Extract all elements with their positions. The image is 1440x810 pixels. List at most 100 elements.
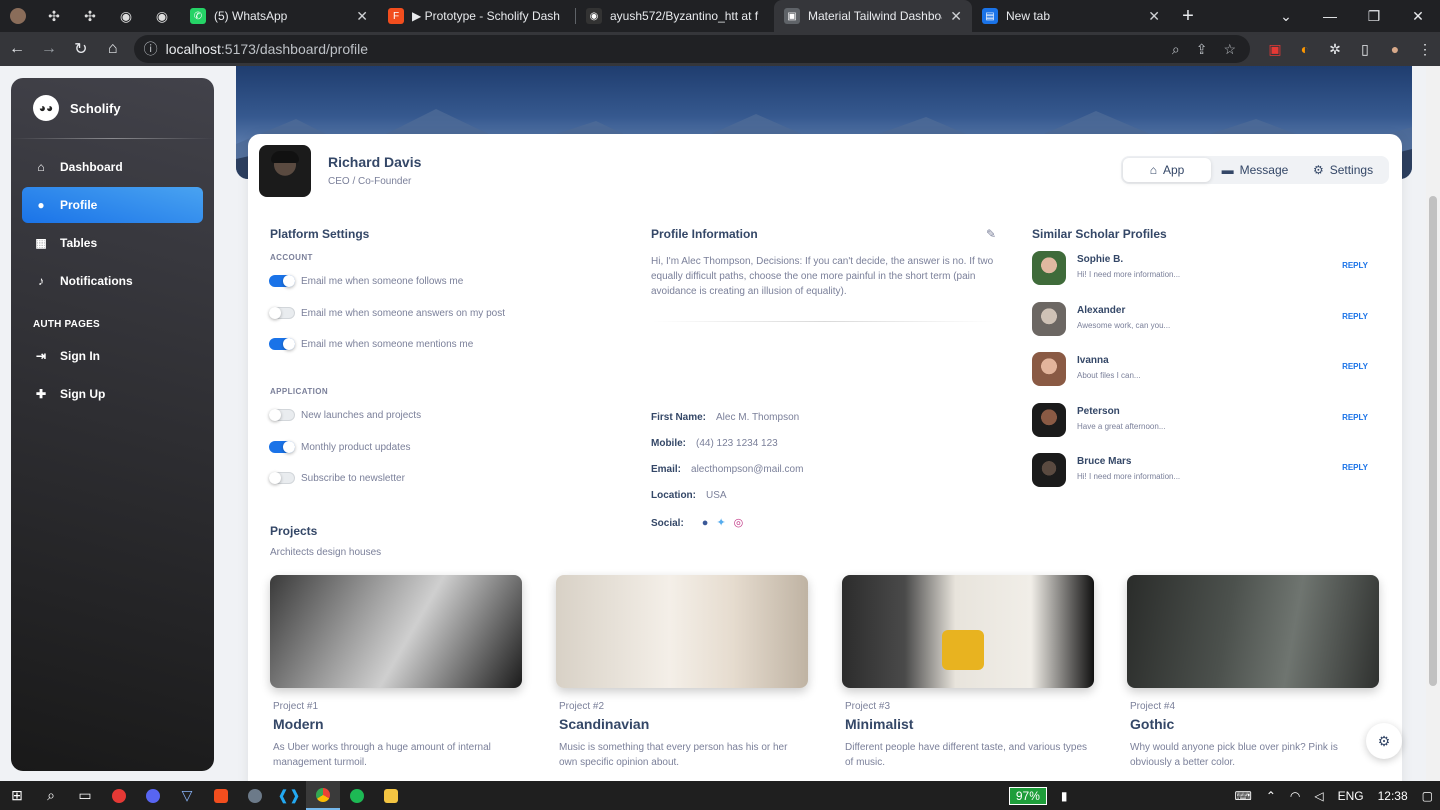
- setting-row[interactable]: Monthly product updates: [269, 441, 411, 453]
- pinned-tab-1[interactable]: [0, 0, 36, 32]
- close-tab-icon[interactable]: ✕: [356, 8, 368, 25]
- vscode-icon[interactable]: ❰❱: [272, 781, 306, 810]
- toggle-switch[interactable]: [269, 472, 295, 484]
- toggle-switch[interactable]: [269, 409, 295, 421]
- app-icon[interactable]: [238, 781, 272, 810]
- project-card[interactable]: Project #1 Modern As Uber works through …: [270, 575, 522, 770]
- task-view-icon[interactable]: ▭: [68, 781, 102, 810]
- share-icon[interactable]: ⇪: [1196, 41, 1208, 58]
- toggle-switch[interactable]: [269, 338, 295, 350]
- address-bar[interactable]: ⓘ localhost:5173/dashboard/profile ⌕ ⇪ ☆: [133, 35, 1251, 63]
- browser-tab[interactable]: F ▶ Prototype - Scholify Dash: [378, 0, 576, 32]
- github-icon: ◉: [119, 7, 133, 24]
- projects-subtitle: Architects design houses: [270, 547, 382, 558]
- forward-button[interactable]: →: [34, 34, 64, 64]
- info-label: Social:: [651, 518, 684, 529]
- setting-row[interactable]: New launches and projects: [269, 409, 421, 421]
- spotify-icon[interactable]: [340, 781, 374, 810]
- sidebar-item-sign-up[interactable]: ✚ Sign Up: [22, 376, 203, 412]
- notification-icon[interactable]: ▢: [1422, 789, 1433, 803]
- project-number: Project #1: [273, 701, 319, 712]
- new-tab-button[interactable]: +: [1170, 5, 1206, 28]
- app-record-icon[interactable]: [102, 781, 136, 810]
- project-card[interactable]: Project #3 Minimalist Different people h…: [842, 575, 1094, 770]
- sidebar-item-sign-in[interactable]: ⇥ Sign In: [22, 338, 203, 374]
- reply-button[interactable]: REPLY: [1342, 413, 1368, 422]
- list-item: Sophie B. Hi! I need more information...…: [1032, 251, 1372, 287]
- sidebar-item-tables[interactable]: ▦ Tables: [22, 225, 203, 261]
- extension-color-icon[interactable]: ◐: [1290, 35, 1320, 63]
- close-tab-icon[interactable]: ✕: [950, 8, 962, 25]
- divider: [651, 321, 998, 322]
- extension-icon[interactable]: ▣: [1260, 35, 1290, 63]
- tab-message[interactable]: ▬ Message: [1211, 158, 1299, 182]
- page-scrollbar[interactable]: [1426, 66, 1440, 781]
- zoom-icon[interactable]: ⌕: [1172, 41, 1180, 58]
- language-indicator[interactable]: ENG: [1338, 789, 1364, 803]
- window-controls: ⌄ — ❐ ✕: [1264, 0, 1440, 32]
- puzzle-icon[interactable]: ✲: [1320, 35, 1350, 63]
- info-value: Alec M. Thompson: [716, 412, 800, 423]
- keyboard-icon[interactable]: ⌨: [1235, 789, 1252, 803]
- project-card[interactable]: Project #4 Gothic Why would anyone pick …: [1127, 575, 1379, 770]
- pinned-tab-github[interactable]: ◉: [108, 0, 144, 32]
- back-button[interactable]: ←: [2, 34, 32, 64]
- scrollbar-thumb[interactable]: [1429, 196, 1437, 686]
- pinned-tab-slack[interactable]: ✣: [36, 0, 72, 32]
- profile-avatar-icon[interactable]: ●: [1380, 35, 1410, 63]
- browser-tab[interactable]: ◉ ayush572/Byzantino_htt at f: [576, 0, 774, 32]
- menu-kebab-icon[interactable]: ⋮: [1410, 35, 1440, 63]
- setting-row[interactable]: Email me when someone answers on my post: [269, 307, 505, 319]
- tab-title: ▶ Prototype - Scholify Dash: [412, 9, 560, 23]
- brand[interactable]: ◕◕ Scholify: [11, 78, 214, 138]
- discord-icon[interactable]: [136, 781, 170, 810]
- project-card[interactable]: Project #2 Scandinavian Music is somethi…: [556, 575, 808, 770]
- reply-button[interactable]: REPLY: [1342, 261, 1368, 270]
- toggle-switch[interactable]: [269, 307, 295, 319]
- site-info-icon[interactable]: ⓘ: [144, 39, 158, 59]
- search-icon[interactable]: ⌕: [34, 781, 68, 810]
- home-button[interactable]: ⌂: [98, 34, 128, 64]
- wifi-icon[interactable]: ◠: [1290, 789, 1300, 803]
- reply-button[interactable]: REPLY: [1342, 312, 1368, 321]
- tab-app[interactable]: ⌂ App: [1123, 158, 1211, 182]
- toggle-switch[interactable]: [269, 441, 295, 453]
- browser-tab[interactable]: ▤ New tab ✕: [972, 0, 1170, 32]
- bookmark-star-icon[interactable]: ☆: [1223, 41, 1236, 58]
- side-panel-icon[interactable]: ▯: [1350, 35, 1380, 63]
- close-tab-icon[interactable]: ✕: [1148, 8, 1160, 25]
- pinned-tab-slack-2[interactable]: ✣: [72, 0, 108, 32]
- setting-row[interactable]: Subscribe to newsletter: [269, 472, 405, 484]
- battery-indicator[interactable]: 97%: [1008, 786, 1047, 805]
- figma-icon[interactable]: [204, 781, 238, 810]
- sidebar-item-notifications[interactable]: ♪ Notifications: [22, 263, 203, 299]
- clock[interactable]: 12:38: [1378, 789, 1408, 803]
- browser-tab[interactable]: ✆ (5) WhatsApp ✕: [180, 0, 378, 32]
- chrome-icon[interactable]: [306, 781, 340, 810]
- minimize-button[interactable]: —: [1308, 0, 1352, 32]
- vpn-icon[interactable]: ▽: [170, 781, 204, 810]
- setting-row[interactable]: Email me when someone mentions me: [269, 338, 473, 350]
- sidebar-item-dashboard[interactable]: ⌂ Dashboard: [22, 149, 203, 185]
- reply-button[interactable]: REPLY: [1342, 362, 1368, 371]
- file-explorer-icon[interactable]: [374, 781, 408, 810]
- pinned-tab-github-2[interactable]: ◉: [144, 0, 180, 32]
- reply-button[interactable]: REPLY: [1342, 463, 1368, 472]
- setting-row[interactable]: Email me when someone follows me: [269, 275, 463, 287]
- sidebar-item-profile[interactable]: ● Profile: [22, 187, 203, 223]
- reload-button[interactable]: ↻: [66, 34, 96, 64]
- tab-settings[interactable]: ⚙ Settings: [1299, 158, 1387, 182]
- settings-fab-gear-icon[interactable]: ⚙: [1366, 723, 1402, 759]
- tab-search-icon[interactable]: ⌄: [1264, 0, 1308, 32]
- volume-icon[interactable]: ◁: [1314, 789, 1323, 803]
- pencil-edit-icon[interactable]: ✎: [986, 227, 996, 241]
- toggle-switch[interactable]: [269, 275, 295, 287]
- facebook-icon[interactable]: ●: [702, 517, 709, 529]
- chevron-up-icon[interactable]: ⌃: [1266, 789, 1276, 803]
- windows-start-icon[interactable]: ⊞: [0, 781, 34, 810]
- instagram-icon[interactable]: ◎: [734, 516, 744, 529]
- browser-tab-active[interactable]: ▣ Material Tailwind Dashboard ✕: [774, 0, 972, 32]
- twitter-icon[interactable]: ✦: [716, 516, 725, 529]
- close-window-button[interactable]: ✕: [1396, 0, 1440, 32]
- restore-button[interactable]: ❐: [1352, 0, 1396, 32]
